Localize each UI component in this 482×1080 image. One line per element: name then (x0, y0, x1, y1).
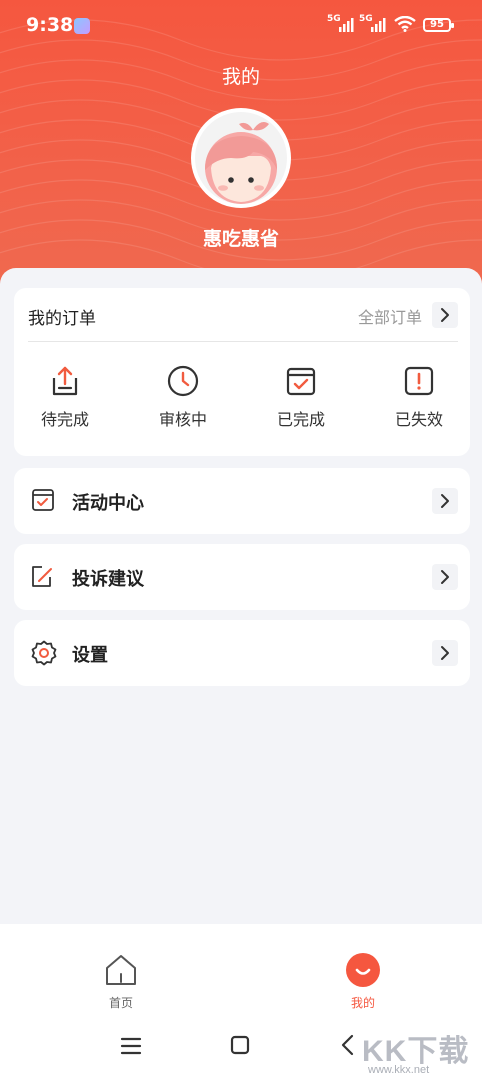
tab-mine[interactable]: 我的 (333, 952, 393, 1011)
edit-note-icon (32, 566, 52, 587)
tab-home-label: 首页 (108, 996, 133, 1010)
signal-icon (339, 18, 354, 32)
menu-item-label: 投诉建议 (72, 569, 144, 590)
tab-home[interactable]: 首页 (91, 952, 151, 1011)
menu-item-label: 设置 (72, 645, 108, 666)
battery-indicator: 95 (423, 18, 454, 32)
chevron-right-icon (441, 570, 449, 584)
calendar-check-icon (32, 489, 54, 511)
menu-item-activity-center[interactable]: 活动中心 (14, 468, 470, 534)
calendar-check-icon (286, 367, 316, 396)
profile-header: 9:38 5G 5G 95 我的 惠吃惠省 (0, 0, 482, 300)
chevron-right-icon (441, 308, 449, 322)
upload-tray-icon (52, 366, 78, 396)
order-status-label: 待完成 (40, 410, 89, 429)
app-notification-icon (74, 18, 90, 34)
order-status-reviewing[interactable]: 审核中 (138, 364, 228, 430)
menu-item-feedback[interactable]: 投诉建议 (14, 544, 470, 610)
divider (28, 341, 458, 342)
order-status-label: 已失效 (394, 410, 443, 429)
status-time: 9:38 (26, 14, 74, 36)
order-status-expired[interactable]: 已失效 (374, 364, 464, 430)
status-bar: 9:38 5G 5G 95 (0, 0, 482, 52)
order-status-pending[interactable]: 待完成 (20, 364, 110, 430)
username: 惠吃惠省 (202, 228, 279, 250)
chevron-box (432, 564, 458, 590)
orders-card: 我的订单 全部订单 待完成 审核中 已完成 已失效 (14, 288, 470, 456)
menu-item-settings[interactable]: 设置 (14, 620, 470, 686)
order-status-label: 审核中 (158, 410, 207, 429)
chevron-box (432, 640, 458, 666)
avatar-illustration-icon (195, 112, 287, 204)
bottom-tab-bar: 首页 我的 (0, 924, 482, 1024)
order-status-label: 已完成 (276, 410, 325, 429)
all-orders-link[interactable]: 全部订单 (358, 304, 422, 328)
page-title: 我的 (221, 66, 260, 88)
home-square-icon[interactable] (230, 1035, 250, 1055)
chevron-box (432, 488, 458, 514)
watermark: KK下载 www.kkx.net (360, 1020, 482, 1080)
back-icon[interactable] (340, 1034, 356, 1056)
mine-smile-icon (346, 953, 380, 987)
chevron-right-icon (441, 494, 449, 508)
chevron-right-icon (441, 646, 449, 660)
watermark-url: www.kkx.net (368, 1064, 430, 1076)
order-status-completed[interactable]: 已完成 (256, 364, 346, 430)
all-orders-chevron[interactable] (432, 302, 458, 328)
home-icon (106, 955, 136, 985)
menu-item-label: 活动中心 (72, 493, 144, 514)
clock-icon (167, 365, 199, 397)
tab-mine-label: 我的 (350, 996, 375, 1010)
orders-title: 我的订单 (28, 309, 96, 329)
signal-icon (371, 18, 386, 32)
gear-icon (31, 640, 57, 666)
menu-icon[interactable] (120, 1036, 142, 1056)
exclamation-box-icon (404, 366, 434, 396)
wifi-icon (394, 16, 416, 32)
avatar[interactable] (191, 108, 291, 208)
